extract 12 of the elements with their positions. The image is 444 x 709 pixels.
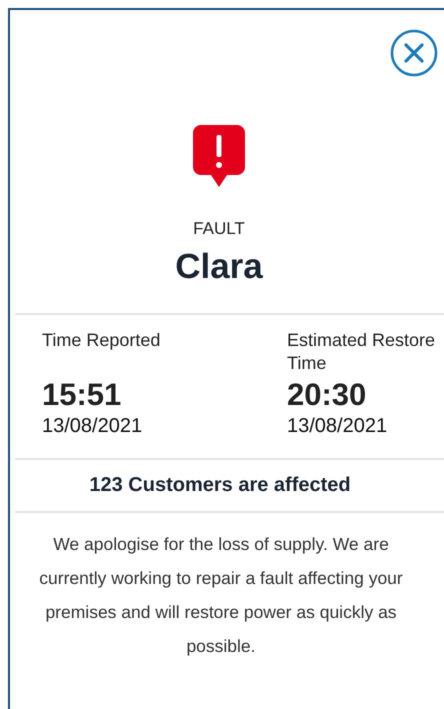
- alert-icon: [193, 125, 245, 189]
- category-label: FAULT: [193, 219, 245, 239]
- time-label: Time Reported: [42, 329, 162, 352]
- apology-message: We apologise for the loss of supply. We are currently working to repair a fault affecting your premises and will restore power as quickly as possible.: [38, 533, 404, 658]
- time-value: 15:51: [42, 377, 122, 413]
- time-value: 20:30: [287, 377, 368, 413]
- date-value: 13/08/2021: [42, 415, 144, 438]
- time-label: Estimated Restore Time: [287, 329, 436, 375]
- close-icon[interactable]: [390, 29, 438, 77]
- customers-affected: 123 Customers are affected: [88, 473, 352, 498]
- date-value: 13/08/2021: [287, 415, 388, 438]
- fault-name: Clara: [175, 247, 263, 287]
